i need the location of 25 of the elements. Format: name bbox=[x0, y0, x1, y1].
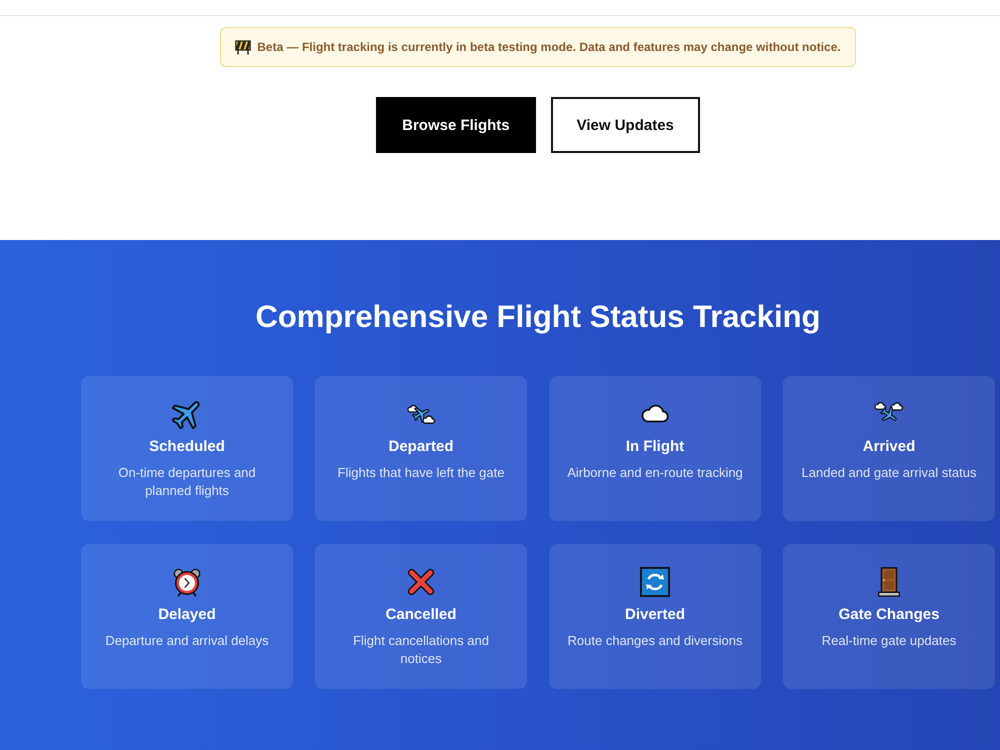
card-description: Real-time gate updates bbox=[822, 632, 956, 650]
card-title: Departed bbox=[388, 437, 454, 457]
card-description: Airborne and en-route tracking bbox=[567, 464, 743, 482]
browse-button[interactable]: Browse Flights bbox=[376, 97, 536, 153]
card-title: Gate Changes bbox=[838, 605, 940, 625]
updates-button[interactable]: View Updates bbox=[550, 97, 700, 153]
section-title: Comprehensive Flight Status Tracking bbox=[255, 298, 820, 336]
card-title: Delayed bbox=[158, 605, 216, 625]
card-title: Diverted bbox=[624, 605, 686, 625]
card-title: Scheduled bbox=[149, 437, 225, 457]
card-description: Flight cancellations and notices bbox=[352, 632, 490, 668]
notice-text: Beta — Flight tracking is currently in beta testing mode. Data and features may change without notice. bbox=[257, 40, 841, 54]
circular-arrows-icon bbox=[640, 567, 670, 597]
card-description: Departure and arrival delays bbox=[105, 632, 269, 650]
card-description: On-time departures and planned flights bbox=[117, 464, 257, 500]
barrier-icon bbox=[235, 40, 252, 54]
card-description: Landed and gate arrival status bbox=[802, 464, 976, 482]
airplane-icon bbox=[172, 399, 202, 429]
card-title: Arrived bbox=[862, 437, 916, 457]
card-title: Cancelled bbox=[386, 605, 456, 625]
card-title: In Flight bbox=[626, 437, 684, 457]
alarm-clock-icon bbox=[172, 567, 202, 597]
card-description: Route changes and diversions bbox=[568, 632, 742, 650]
card-description: Flights that have left the gate bbox=[338, 464, 504, 482]
cross-icon bbox=[406, 567, 436, 597]
